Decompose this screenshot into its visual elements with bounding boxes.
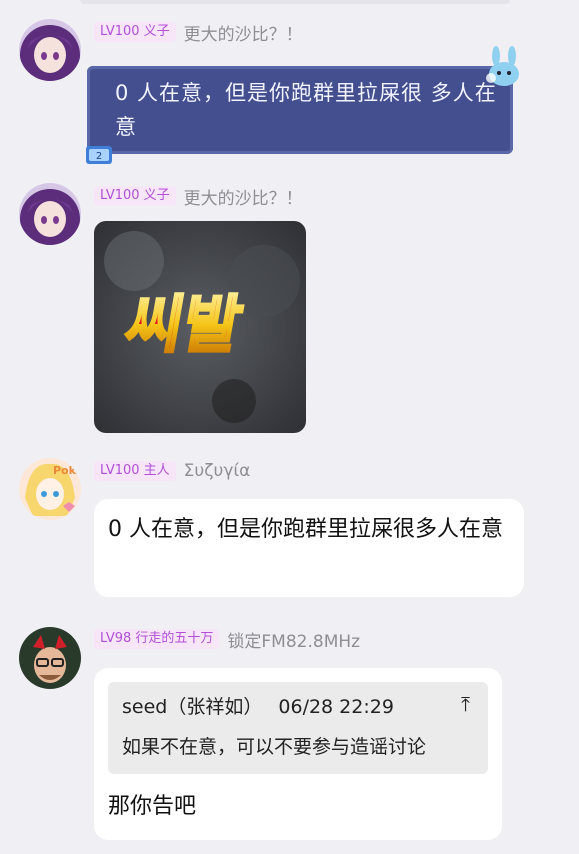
message-text: 0 人在意，但是你跑群里拉屎很 多人在意 bbox=[115, 81, 497, 139]
message-text: 那你告吧 bbox=[108, 794, 197, 819]
bunny-sticker-icon bbox=[480, 44, 528, 92]
stack-badge-number: 2 bbox=[96, 151, 102, 162]
sender-info: LV100 义子 更大的沙比？！ bbox=[94, 20, 303, 45]
quote-header: seed（张祥如） 06/28 22:29 bbox=[122, 692, 394, 719]
quote-author: seed（张祥如） bbox=[122, 696, 263, 718]
stack-badge-icon: 2 bbox=[84, 144, 114, 166]
sender-info: LV98 行走的五十万 锁定FM82.8MHz bbox=[94, 627, 360, 652]
avatar-text: Poki bbox=[53, 464, 80, 477]
avatar[interactable] bbox=[19, 19, 81, 81]
quoted-message[interactable]: seed（张祥如） 06/28 22:29 ⤒ 如果不在意，可以不要参与造谣讨论 bbox=[108, 682, 488, 774]
level-badge: LV100 义子 bbox=[94, 22, 176, 42]
sender-nickname[interactable]: 锁定FM82.8MHz bbox=[227, 627, 360, 652]
quote-time: 06/28 22:29 bbox=[278, 696, 394, 718]
jump-to-message-icon[interactable]: ⤒ bbox=[461, 692, 470, 716]
sender-info: LV100 义子 更大的沙比？！ bbox=[94, 184, 303, 209]
level-badge: LV100 义子 bbox=[94, 186, 176, 206]
avatar[interactable]: Poki bbox=[19, 458, 81, 520]
previous-message-edge bbox=[80, 0, 510, 4]
sender-info: LV100 主人 Συζυγία bbox=[94, 459, 250, 483]
avatar[interactable] bbox=[19, 627, 81, 689]
message-text: 0 人在意，但是你跑群里拉屎很多人在意 bbox=[108, 517, 503, 542]
level-badge: LV98 行走的五十万 bbox=[94, 629, 220, 649]
quote-text: 如果不在意，可以不要参与造谣讨论 bbox=[122, 736, 427, 758]
message-bubble[interactable]: 0 人在意，但是你跑群里拉屎很多人在意 bbox=[94, 499, 524, 597]
sender-nickname[interactable]: Συζυγία bbox=[184, 461, 251, 481]
sender-nickname[interactable]: 更大的沙比？！ bbox=[184, 20, 303, 45]
avatar[interactable] bbox=[19, 183, 81, 245]
level-badge: LV100 主人 bbox=[94, 461, 176, 481]
message-bubble[interactable]: seed（张祥如） 06/28 22:29 ⤒ 如果不在意，可以不要参与造谣讨论… bbox=[94, 668, 502, 840]
image-caption: 씨발 bbox=[120, 288, 247, 360]
image-message[interactable]: 씨발 bbox=[94, 221, 306, 433]
sender-nickname[interactable]: 更大的沙比？！ bbox=[184, 184, 303, 209]
message-bubble[interactable]: 0 人在意，但是你跑群里拉屎很 多人在意 bbox=[87, 66, 513, 154]
